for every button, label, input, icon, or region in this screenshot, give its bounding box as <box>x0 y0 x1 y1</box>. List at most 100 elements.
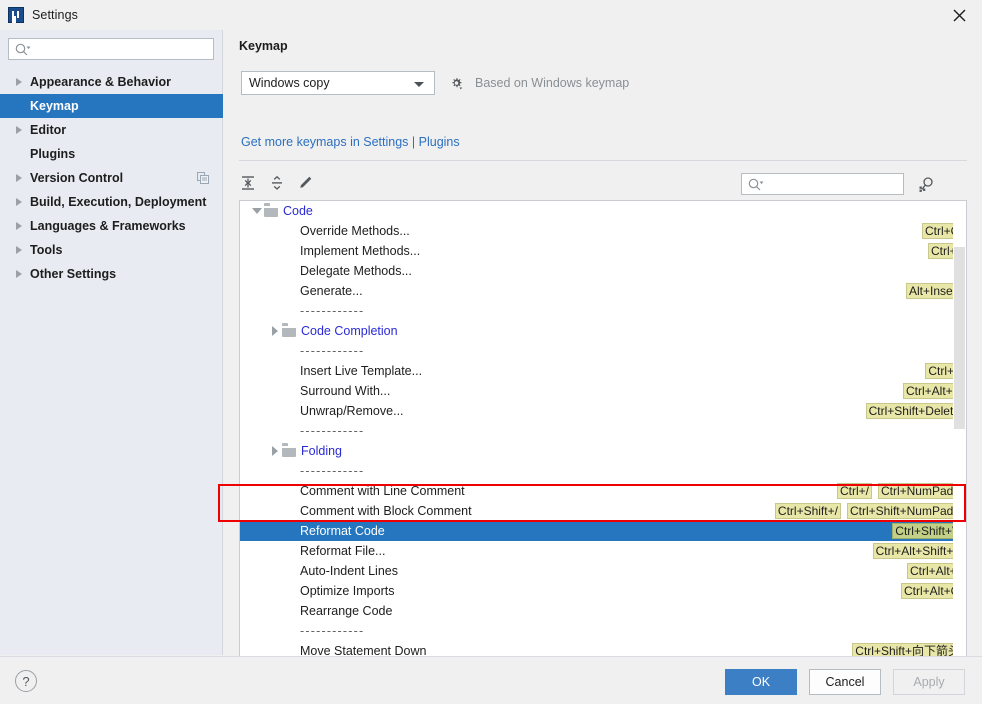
chevron-right-icon <box>14 220 26 232</box>
settings-dialog: Settings Appearance & Behavior Keymap <box>0 0 982 704</box>
keymap-toolbar <box>224 168 982 202</box>
tree-action-row[interactable]: Optimize ImportsCtrl+Alt+O <box>240 581 966 601</box>
sidebar-item-tools[interactable]: Tools <box>0 238 223 262</box>
tree-action-row[interactable]: Comment with Block CommentCtrl+Shift+/Ct… <box>240 501 966 521</box>
chevron-right-icon <box>14 76 26 88</box>
keymap-dropdown-value: Windows copy <box>249 76 330 90</box>
sidebar-item-label: Other Settings <box>30 267 116 281</box>
tree-action-row[interactable]: Generate...Alt+Insert <box>240 281 966 301</box>
tree-action-row[interactable]: Implement Methods...Ctrl+I <box>240 241 966 261</box>
intellij-idea-icon <box>8 7 24 23</box>
tree-row-label: Comment with Line Comment <box>300 484 465 498</box>
pencil-edit-icon[interactable] <box>294 172 316 194</box>
based-on-label: Based on Windows keymap <box>475 76 629 90</box>
copy-icon <box>197 172 209 187</box>
tree-row-shortcuts: Ctrl+Shift+/ Ctrl+Shift+NumPad / <box>775 503 963 519</box>
shortcut-badge[interactable]: Ctrl+Shift+NumPad / <box>847 503 963 519</box>
cancel-button[interactable]: Cancel <box>809 669 881 695</box>
keymap-search-input[interactable] <box>741 173 904 195</box>
no-chevron-icon <box>14 148 26 160</box>
sidebar-item-languages-frameworks[interactable]: Languages & Frameworks <box>0 214 223 238</box>
tree-action-row[interactable]: Override Methods...Ctrl+O <box>240 221 966 241</box>
sidebar-item-other-settings[interactable]: Other Settings <box>0 262 223 286</box>
sidebar-item-plugins[interactable]: Plugins <box>0 142 223 166</box>
sidebar-item-label: Version Control <box>30 171 123 185</box>
shortcut-badge[interactable]: Ctrl+Shift+/ <box>775 503 841 519</box>
tree-action-row[interactable]: Surround With...Ctrl+Alt+T <box>240 381 966 401</box>
tree-separator: ------------ <box>240 341 966 361</box>
tree-separator: ------------ <box>240 421 966 441</box>
tree-row-label: Optimize Imports <box>300 584 394 598</box>
sidebar-item-label: Languages & Frameworks <box>30 219 186 233</box>
divider <box>239 160 967 161</box>
chevron-right-icon[interactable] <box>268 324 282 338</box>
shortcut-badge[interactable]: Ctrl+Shift+Delete <box>866 403 963 419</box>
tree-row-label: Implement Methods... <box>300 244 420 258</box>
keymap-tree: CodeOverride Methods...Ctrl+OImplement M… <box>239 200 967 663</box>
tree-action-row[interactable]: Delegate Methods... <box>240 261 966 281</box>
tree-row-label: Comment with Block Comment <box>300 504 472 518</box>
annotation-strike-top <box>218 484 966 486</box>
tree-separator-label: ------------ <box>300 344 364 358</box>
tree-separator: ------------ <box>240 621 966 641</box>
keyboard-search-icon[interactable] <box>914 173 938 195</box>
shortcut-badge[interactable]: Ctrl+Alt+Shift+L <box>873 543 963 559</box>
sidebar-item-keymap[interactable]: Keymap <box>0 94 223 118</box>
get-more-keymaps-link[interactable]: Get more keymaps in Settings | Plugins <box>241 135 460 149</box>
tree-scrollbar-thumb[interactable] <box>954 247 965 429</box>
folder-icon <box>282 326 296 337</box>
page-title: Keymap <box>239 39 288 53</box>
sidebar-item-label: Tools <box>30 243 62 257</box>
dialog-footer: ? OK Cancel Apply <box>0 656 982 704</box>
tree-row-label: Code Completion <box>301 324 398 338</box>
tree-row-shortcuts: Ctrl+Shift+Delete <box>866 403 963 419</box>
tree-separator-label: ------------ <box>300 304 364 318</box>
chevron-down-icon <box>414 82 424 87</box>
tree-group-row[interactable]: Folding <box>240 441 966 461</box>
apply-button[interactable]: Apply <box>893 669 965 695</box>
ok-button[interactable]: OK <box>725 669 797 695</box>
search-icon <box>748 178 764 195</box>
folder-icon <box>264 206 278 217</box>
search-icon <box>15 43 31 60</box>
chevron-right-icon <box>14 268 26 280</box>
chevron-right-icon <box>14 244 26 256</box>
tree-group-row[interactable]: Code <box>240 201 966 221</box>
sidebar-item-label: Build, Execution, Deployment <box>30 195 206 209</box>
gear-icon[interactable] <box>445 72 467 94</box>
tree-row-shortcuts: Ctrl+Alt+Shift+L <box>873 543 963 559</box>
tree-row-label: Generate... <box>300 284 363 298</box>
tree-row-label: Surround With... <box>300 384 390 398</box>
keymap-dropdown[interactable]: Windows copy <box>241 71 435 95</box>
tree-row-label: Reformat File... <box>300 544 385 558</box>
sidebar-item-appearance-behavior[interactable]: Appearance & Behavior <box>0 70 223 94</box>
annotation-strike-bottom <box>218 520 966 522</box>
chevron-right-icon[interactable] <box>268 444 282 458</box>
tree-action-row[interactable]: Insert Live Template...Ctrl+J <box>240 361 966 381</box>
sidebar-item-label: Appearance & Behavior <box>30 75 171 89</box>
tree-scrollbar[interactable] <box>953 201 966 662</box>
tree-row-label: Folding <box>301 444 342 458</box>
tree-separator-label: ------------ <box>300 464 364 478</box>
expand-all-icon[interactable] <box>237 172 259 194</box>
collapse-all-icon[interactable] <box>266 172 288 194</box>
tree-action-row[interactable]: Unwrap/Remove... Ctrl+Shift+Delete <box>240 401 966 421</box>
tree-group-row[interactable]: Code Completion <box>240 321 966 341</box>
title-bar: Settings <box>0 0 982 30</box>
tree-action-row[interactable]: Auto-Indent LinesCtrl+Alt+I <box>240 561 966 581</box>
sidebar-item-editor[interactable]: Editor <box>0 118 223 142</box>
tree-row-label: Override Methods... <box>300 224 410 238</box>
sidebar-item-build-execution-deployment[interactable]: Build, Execution, Deployment <box>0 190 223 214</box>
sidebar-search-input[interactable] <box>8 38 214 60</box>
help-button[interactable]: ? <box>15 670 37 692</box>
tree-action-row[interactable]: Reformat CodeCtrl+Shift+V <box>240 521 966 541</box>
chevron-down-icon[interactable] <box>250 204 264 218</box>
folder-icon <box>282 446 296 457</box>
close-icon[interactable] <box>936 0 982 30</box>
tree-action-row[interactable]: Reformat File... Ctrl+Alt+Shift+L <box>240 541 966 561</box>
sidebar-item-label: Keymap <box>30 99 79 113</box>
tree-row-label: Unwrap/Remove... <box>300 404 404 418</box>
sidebar-item-version-control[interactable]: Version Control <box>0 166 223 190</box>
tree-separator: ------------ <box>240 301 966 321</box>
tree-action-row[interactable]: Rearrange Code <box>240 601 966 621</box>
